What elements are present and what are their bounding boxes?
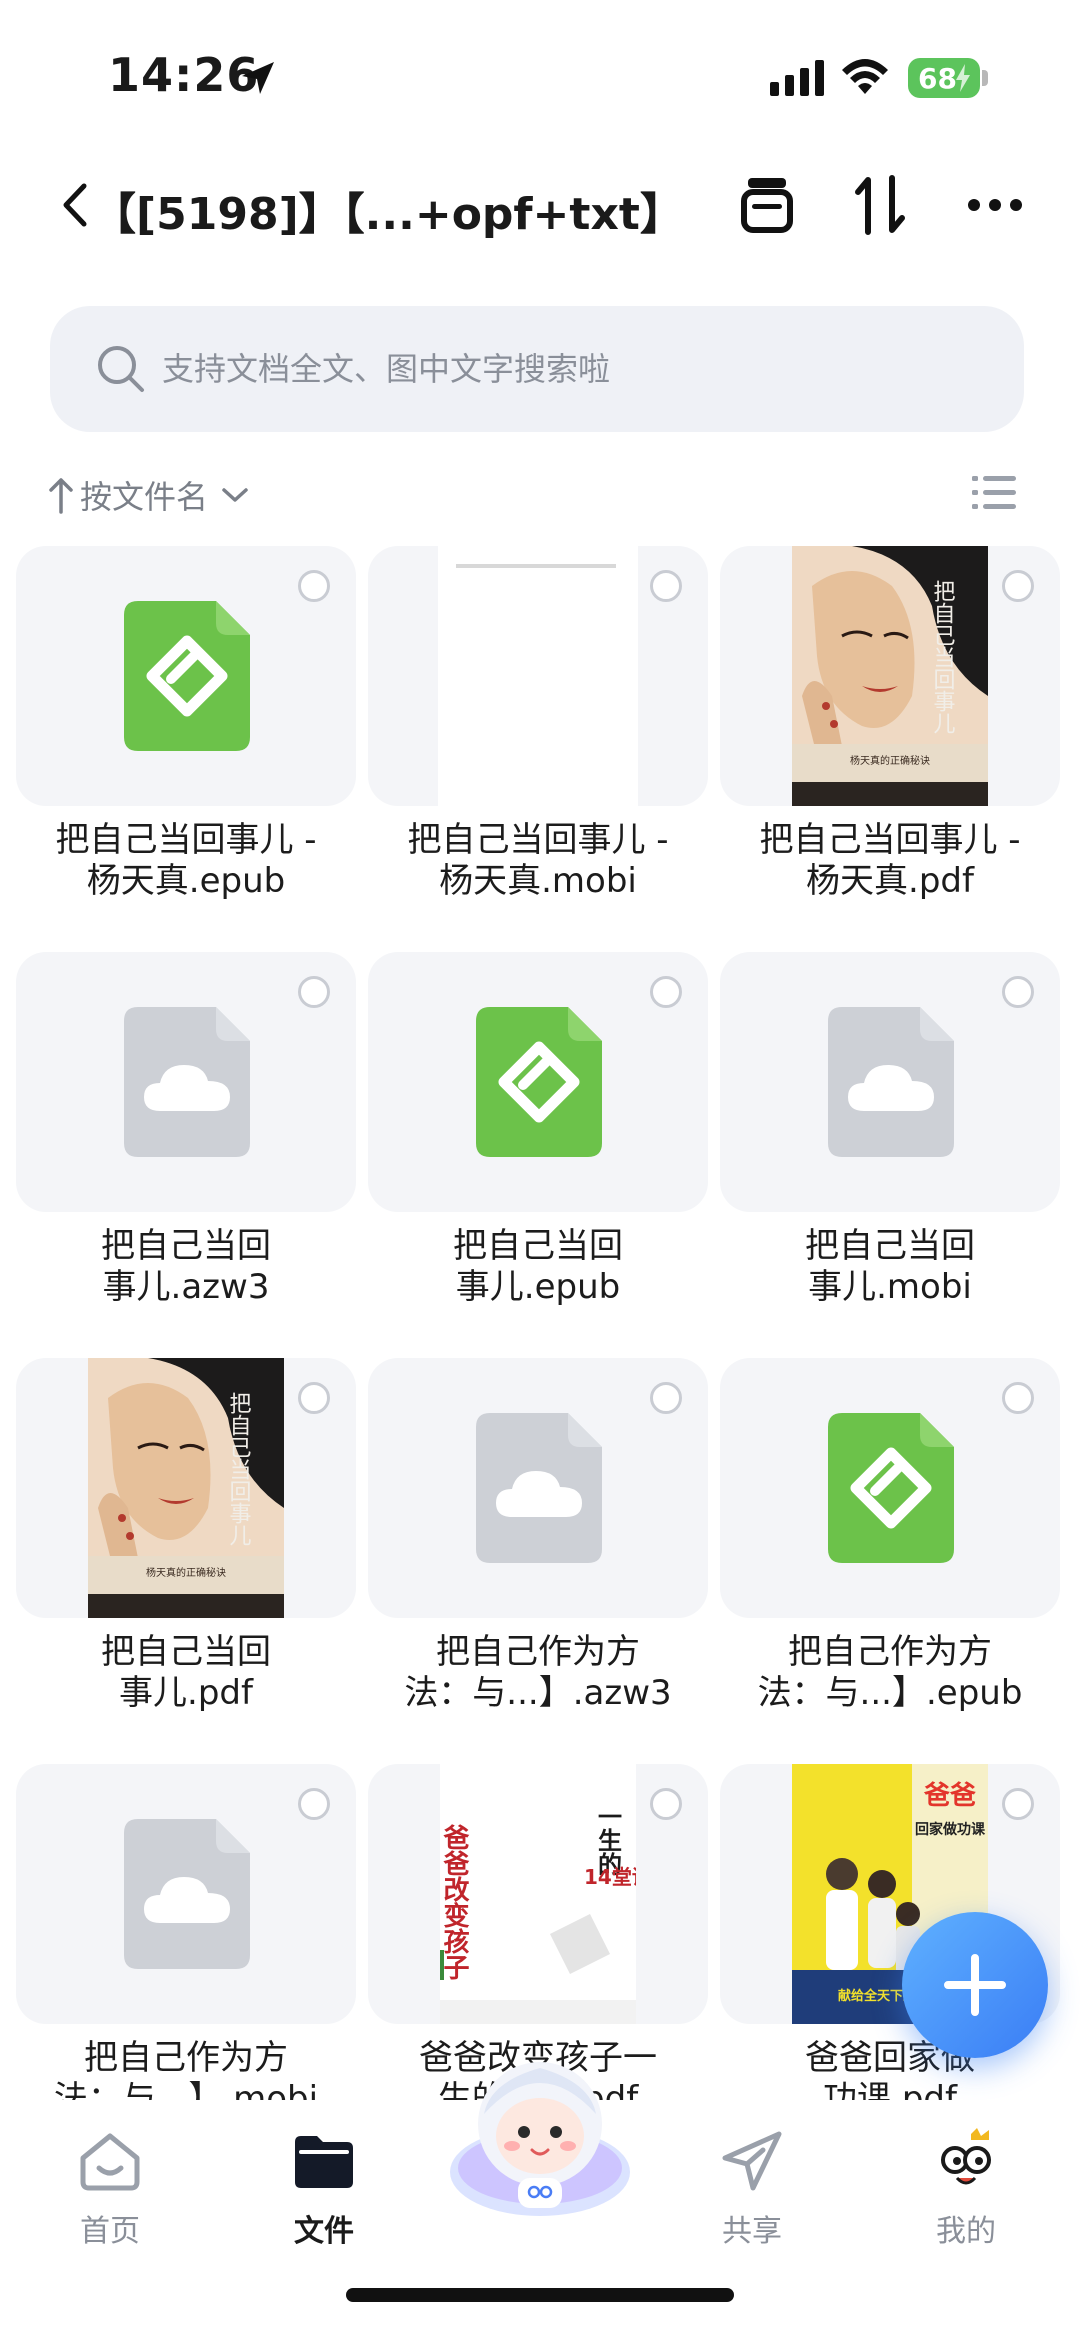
cover-title: 爸爸改变孩子 xyxy=(440,1824,470,1980)
file-name: 把自己当回 事儿.pdf xyxy=(101,1632,271,1713)
cellular-signal-icon xyxy=(770,60,824,96)
document-page-preview xyxy=(438,546,638,806)
sort-label: 按文件名 xyxy=(80,478,209,516)
book-cover-image: 把自己当回事儿 杨天真的正确秘诀 xyxy=(88,1358,284,1618)
tab-label: 我的 xyxy=(936,2214,996,2249)
home-indicator xyxy=(346,2288,734,2302)
select-radio[interactable] xyxy=(650,570,682,602)
select-radio[interactable] xyxy=(298,570,330,602)
file-grid: 把自己当回事儿 杨天真的正确秘诀 把自己当回事儿 - 杨天真.epub 把自己当回… xyxy=(0,540,1080,2100)
file-tile[interactable]: 把自己当回事儿 杨天真的正确秘诀 xyxy=(720,546,1060,806)
file-name: 把自己当回事儿 - 杨天真.mobi xyxy=(407,820,669,901)
search-bar[interactable] xyxy=(50,306,1024,432)
select-radio[interactable] xyxy=(1002,570,1034,602)
cloud-file-icon xyxy=(476,1413,602,1563)
file-tile[interactable] xyxy=(720,1358,1060,1618)
send-icon xyxy=(722,2131,782,2191)
book-cover-image: 爸爸改变孩子 一生的 14堂课 xyxy=(440,1764,636,2024)
file-name: 把自己当回 事儿.azw3 xyxy=(101,1226,271,1307)
tab-label: 首页 xyxy=(80,2214,140,2249)
chevron-down-icon xyxy=(222,488,248,502)
select-radio[interactable] xyxy=(1002,1382,1034,1414)
battery-level: 68 xyxy=(918,61,957,95)
cloud-file-icon xyxy=(828,1007,954,1157)
file-tile[interactable] xyxy=(16,546,356,806)
select-radio[interactable] xyxy=(650,976,682,1008)
status-time: 14:26 xyxy=(108,48,260,102)
file-name: 把自己当回事儿 - 杨天真.pdf xyxy=(759,820,1021,901)
cover-title-2: 回家做功课 xyxy=(915,1821,986,1838)
file-name: 把自己作为方 法：与...】.azw3 xyxy=(404,1632,672,1713)
select-radio[interactable] xyxy=(650,1788,682,1820)
epub-icon xyxy=(828,1413,954,1563)
tab-profile[interactable]: 我的 xyxy=(886,2128,1046,2250)
archive-box-icon[interactable] xyxy=(738,174,796,236)
file-name: 把自己当回 事儿.mobi xyxy=(805,1226,975,1307)
folder-icon xyxy=(295,2136,353,2188)
sort-order-icon[interactable] xyxy=(852,172,908,238)
ascending-arrow-icon xyxy=(49,478,73,514)
file-tile[interactable] xyxy=(368,1358,708,1618)
battery-indicator: 68 xyxy=(908,58,980,98)
select-radio[interactable] xyxy=(1002,976,1034,1008)
file-tile[interactable] xyxy=(368,952,708,1212)
location-arrow-icon xyxy=(242,62,274,94)
file-tile[interactable]: 爸爸改变孩子 一生的 14堂课 xyxy=(368,1764,708,2024)
file-name: 把自己当回 事儿.epub xyxy=(453,1226,623,1307)
plus-icon xyxy=(944,1954,1006,2016)
cloud-file-icon xyxy=(124,1819,250,1969)
file-tile[interactable]: 把自己当回事儿 杨天真的正确秘诀 xyxy=(16,1358,356,1618)
file-name: 把自己当回事儿 - 杨天真.epub xyxy=(55,820,317,901)
tab-home[interactable]: 首页 xyxy=(30,2128,190,2250)
home-icon xyxy=(80,2133,140,2191)
folder-header: 【[5198]】【...+opf+txt】 xyxy=(0,160,1080,250)
file-tile[interactable] xyxy=(368,546,708,806)
cover-title: 把自己当回事儿 xyxy=(226,1392,252,1546)
cover-title-3: 14堂课 xyxy=(584,1865,636,1889)
bottom-tab-bar: 首页 文件 共享 我的 xyxy=(0,2062,1080,2341)
status-bar: 14:26 68 xyxy=(0,0,1080,150)
search-input[interactable] xyxy=(162,336,982,402)
cover-subtitle: 杨天真的正确秘诀 xyxy=(850,754,930,767)
select-radio[interactable] xyxy=(298,976,330,1008)
epub-icon xyxy=(124,601,250,751)
file-tile[interactable] xyxy=(16,952,356,1212)
tab-share[interactable]: 共享 xyxy=(672,2128,832,2250)
select-radio[interactable] xyxy=(298,1788,330,1820)
list-view-icon[interactable] xyxy=(972,474,1016,512)
select-radio[interactable] xyxy=(298,1382,330,1414)
charging-bolt-icon xyxy=(956,64,970,92)
cover-subtitle: 杨天真的正确秘诀 xyxy=(146,1566,226,1579)
cover-title: 把自己当回事儿 xyxy=(930,580,956,734)
add-button[interactable] xyxy=(902,1912,1048,2058)
cloud-file-icon xyxy=(124,1007,250,1157)
file-tile[interactable] xyxy=(16,1764,356,2024)
file-name: 把自己作为方 法：与...】.epub xyxy=(757,1632,1023,1713)
book-cover-image: 把自己当回事儿 杨天真的正确秘诀 xyxy=(792,546,988,806)
wifi-icon xyxy=(842,59,888,94)
epub-icon xyxy=(476,1007,602,1157)
search-icon xyxy=(98,346,144,392)
battery-cap xyxy=(982,70,988,86)
tab-files[interactable]: 文件 xyxy=(244,2128,404,2250)
tab-label: 文件 xyxy=(294,2214,354,2249)
profile-icon xyxy=(941,2128,991,2185)
tab-label: 共享 xyxy=(722,2214,782,2249)
more-options-icon[interactable] xyxy=(966,196,1024,214)
back-chevron-icon[interactable] xyxy=(60,182,90,228)
cover-title: 爸爸 xyxy=(923,1781,976,1811)
select-radio[interactable] xyxy=(650,1382,682,1414)
folder-title: 【[5198]】【...+opf+txt】 xyxy=(92,189,684,240)
sort-selector[interactable]: 按文件名 xyxy=(48,468,250,522)
ai-assistant-mascot-icon[interactable] xyxy=(440,2032,640,2232)
select-radio[interactable] xyxy=(1002,1788,1034,1820)
file-tile[interactable] xyxy=(720,952,1060,1212)
file-name: 把自己作为方 法：与...】.mobi xyxy=(53,2038,319,2100)
